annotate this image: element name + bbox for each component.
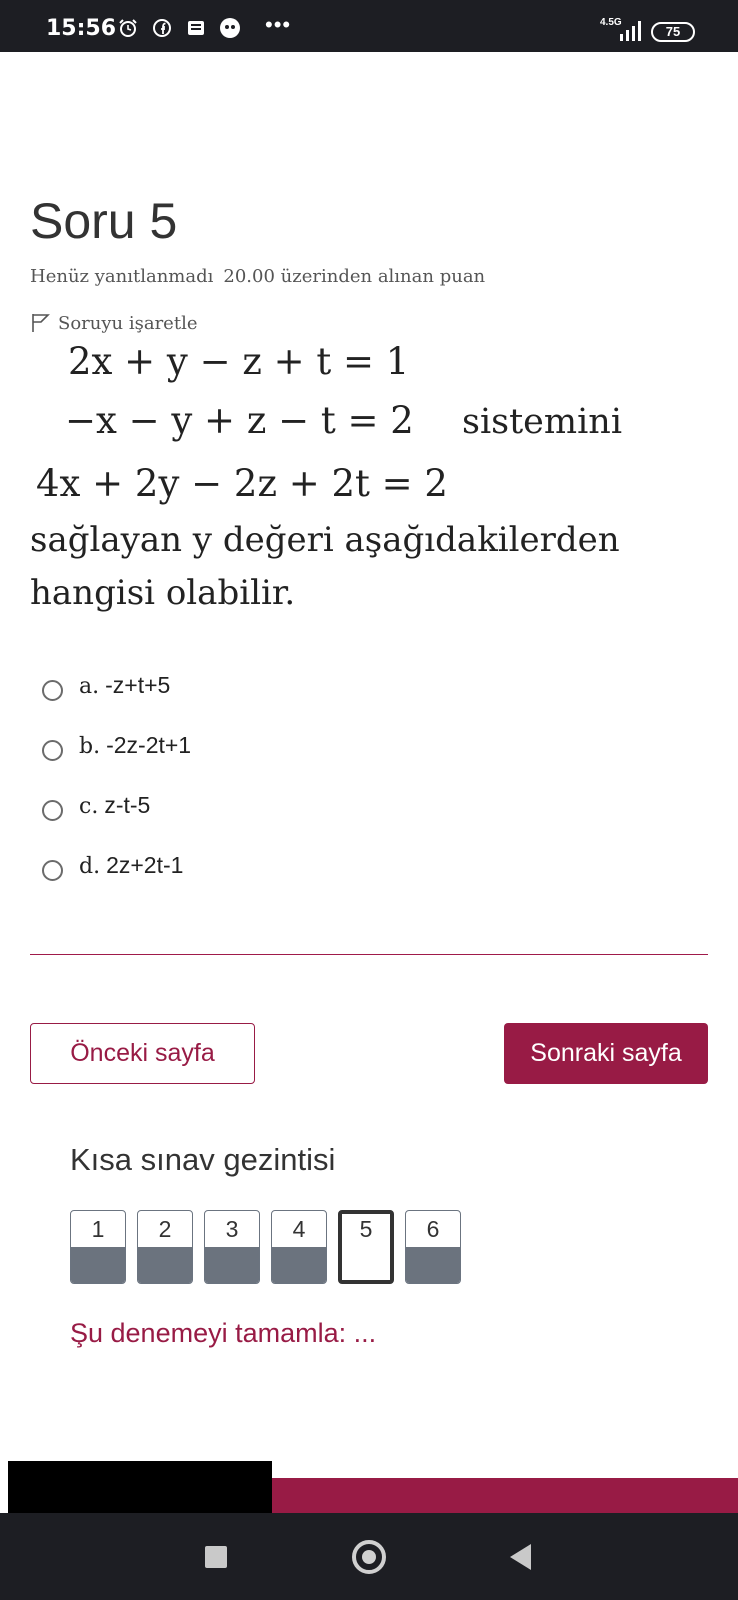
next-page-button[interactable]: Sonraki sayfa	[504, 1023, 708, 1084]
alarm-icon	[119, 19, 137, 37]
redacted-block	[8, 1461, 272, 1513]
question-title: Soru 5	[30, 193, 178, 249]
divider	[30, 954, 708, 955]
answer-label: b. -2z-2t+1	[79, 732, 192, 759]
answer-option-c[interactable]: c. z-t-5	[42, 792, 191, 852]
home-icon[interactable]	[352, 1540, 386, 1574]
equation-3: 4x + 2y − 2z + 2t = 2	[36, 462, 448, 505]
finish-attempt-link[interactable]: Şu denemeyi tamamla: ...	[70, 1318, 376, 1349]
equation-2: −x − y + z − t = 2	[65, 399, 414, 442]
previous-page-button[interactable]: Önceki sayfa	[30, 1023, 255, 1084]
signal-icon	[620, 21, 641, 41]
question-nav-2[interactable]: 2	[137, 1210, 193, 1284]
app-icon	[220, 18, 240, 38]
question-nav-1[interactable]: 1	[70, 1210, 126, 1284]
radio-button[interactable]	[42, 680, 63, 701]
radio-button[interactable]	[42, 860, 63, 881]
question-status: Henüz yanıtlanmadı	[30, 266, 214, 287]
answer-option-b[interactable]: b. -2z-2t+1	[42, 732, 191, 792]
flag-question-label: Soruyu işaretle	[58, 312, 198, 334]
question-nav-6[interactable]: 6	[405, 1210, 461, 1284]
system-navigation-bar	[0, 1513, 738, 1600]
answer-label: a. -z+t+5	[79, 672, 171, 699]
question-points: 20.00 üzerinden alınan puan	[223, 266, 486, 287]
facebook-icon	[153, 19, 171, 37]
status-bar: 15:56 ••• 4.5G 75	[0, 0, 738, 52]
battery-icon: 75	[651, 22, 695, 42]
question-nav-3[interactable]: 3	[204, 1210, 260, 1284]
equation-1: 2x + y − z + t = 1	[68, 340, 410, 383]
equation-suffix: sistemini	[462, 402, 623, 442]
question-info: Henüz yanıtlanmadı 20.00 üzerinden alınan…	[30, 266, 485, 287]
status-time: 15:56	[46, 16, 117, 41]
footer-bar	[272, 1478, 738, 1513]
answer-option-d[interactable]: d. 2z+2t-1	[42, 852, 191, 912]
question-nav-4[interactable]: 4	[271, 1210, 327, 1284]
answer-list: a. -z+t+5 b. -2z-2t+1 c. z-t-5 d. 2z+2t-1	[42, 672, 191, 912]
more-icon: •••	[265, 12, 292, 37]
question-text: sağlayan y değeri aşağıdakilerden hangis…	[30, 520, 620, 613]
flag-icon	[32, 314, 50, 332]
answer-label: c. z-t-5	[79, 792, 151, 819]
quiz-navigation-grid: 1 2 3 4 5 6	[70, 1210, 472, 1284]
news-icon	[188, 21, 204, 35]
flag-question-link[interactable]: Soruyu işaretle	[30, 312, 197, 334]
back-icon[interactable]	[510, 1544, 531, 1570]
answer-label: d. 2z+2t-1	[79, 852, 184, 879]
recent-apps-icon[interactable]	[205, 1546, 227, 1568]
radio-button[interactable]	[42, 800, 63, 821]
question-nav-5[interactable]: 5	[338, 1210, 394, 1284]
answer-option-a[interactable]: a. -z+t+5	[42, 672, 191, 732]
quiz-navigation-title: Kısa sınav gezintisi	[70, 1142, 336, 1177]
radio-button[interactable]	[42, 740, 63, 761]
